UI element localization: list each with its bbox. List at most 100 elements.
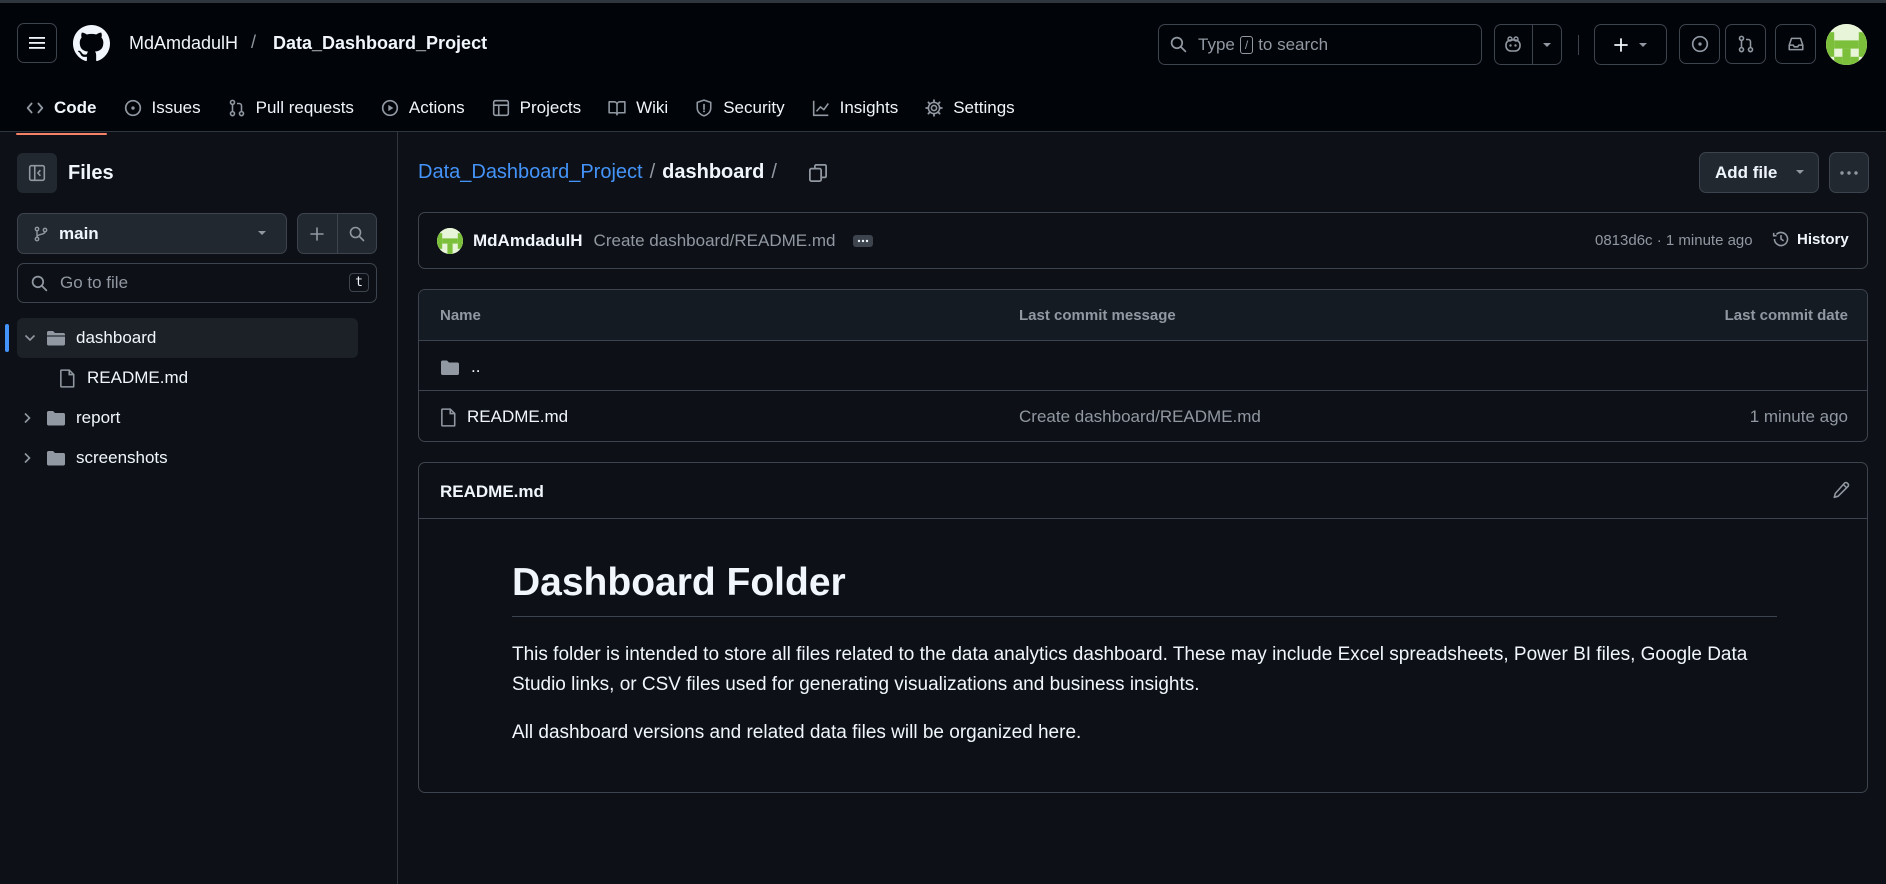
your-pull-requests-button[interactable] (1725, 24, 1766, 64)
commit-hash-time[interactable]: 0813d6c · 1 minute ago (1595, 232, 1753, 249)
tab-actions[interactable]: Actions (371, 85, 475, 131)
shield-icon (695, 99, 713, 117)
your-issues-button[interactable] (1679, 24, 1720, 64)
repo-nav-tabs: Code Issues Pull requests Actions Projects Wi… (16, 85, 1032, 135)
readme-filename[interactable]: README.md (440, 482, 544, 502)
tab-label: Security (723, 98, 785, 117)
create-new-button[interactable] (1594, 24, 1667, 65)
search-icon (31, 275, 48, 291)
chevron-right-icon (24, 452, 31, 464)
row-commit-date: 1 minute ago (1749, 407, 1848, 426)
tab-settings[interactable]: Settings (915, 85, 1024, 131)
table-row[interactable]: .. (419, 341, 1867, 391)
tree-item-screenshots[interactable]: screenshots (0, 438, 398, 478)
identicon-icon (1826, 24, 1867, 65)
table-header-row: Name Last commit message Last commit dat… (419, 290, 1867, 341)
user-avatar[interactable] (1826, 24, 1867, 65)
tree-item-dashboard[interactable]: dashboard (5, 318, 358, 358)
pencil-icon[interactable] (1832, 481, 1850, 499)
tree-item-label: README.md (87, 368, 189, 387)
branch-name: main (59, 223, 99, 243)
graph-icon (812, 99, 830, 117)
latest-commit-bar: MdAmdadulH Create dashboard/README.md 08… (418, 212, 1868, 269)
search-input[interactable]: Type / to search (1158, 24, 1482, 65)
tab-code[interactable]: Code (16, 85, 107, 135)
file-link-readme[interactable]: README.md (440, 407, 568, 427)
tab-pull-requests[interactable]: Pull requests (218, 85, 364, 131)
table-icon (492, 99, 510, 117)
add-file-button[interactable]: Add file (1699, 152, 1819, 193)
ellipsis-icon (858, 239, 869, 242)
commit-details-toggle[interactable] (853, 234, 874, 247)
table-row[interactable]: README.md Create dashboard/README.md 1 m… (419, 391, 1867, 441)
code-icon (26, 99, 44, 117)
readme-heading: Dashboard Folder (512, 519, 1777, 617)
readme-panel: README.md Dashboard Folder This folder i… (418, 462, 1868, 793)
add-file-icon-button[interactable] (298, 214, 338, 253)
folder-icon (47, 451, 65, 466)
breadcrumb-trailing-separator: / (771, 161, 777, 183)
tab-projects[interactable]: Projects (482, 85, 591, 131)
plus-icon (1614, 37, 1628, 52)
search-files-button[interactable] (338, 214, 377, 253)
tab-insights[interactable]: Insights (802, 85, 909, 131)
go-to-file-input[interactable]: Go to file t (17, 263, 377, 303)
file-icon (60, 369, 75, 388)
tab-label: Pull requests (255, 98, 354, 117)
folder-icon (47, 411, 65, 426)
collapse-file-tree-button[interactable] (17, 153, 57, 193)
copilot-button[interactable] (1495, 25, 1533, 64)
owner-link[interactable]: MdAmdadulH (129, 33, 238, 54)
commit-author-avatar[interactable] (437, 227, 463, 254)
git-pull-request-icon (1738, 35, 1753, 53)
inbox-button[interactable] (1775, 24, 1816, 64)
issue-opened-icon (1691, 35, 1708, 53)
gear-icon (925, 99, 943, 117)
directory-table: Name Last commit message Last commit dat… (418, 289, 1868, 442)
book-icon (608, 99, 626, 117)
search-icon (349, 226, 365, 241)
readme-body: Dashboard Folder This folder is intended… (512, 519, 1777, 748)
readme-paragraph: This folder is intended to store all fil… (512, 643, 1748, 695)
search-placeholder-post: to search (1258, 34, 1329, 54)
copilot-dropdown-button[interactable] (1533, 25, 1561, 64)
breadcrumb: Data_Dashboard_Project / dashboard / (418, 161, 828, 184)
column-header-name: Name (440, 307, 481, 324)
menu-button[interactable] (17, 23, 57, 63)
row-commit-message[interactable]: Create dashboard/README.md (1019, 407, 1261, 427)
parent-directory-link[interactable]: .. (440, 357, 480, 377)
history-button[interactable]: History (1772, 230, 1849, 248)
history-label: History (1797, 230, 1849, 248)
commit-author[interactable]: MdAmdadulH (473, 231, 583, 251)
commit-message[interactable]: Create dashboard/README.md (594, 231, 836, 251)
tab-label: Insights (839, 98, 899, 117)
column-header-date: Last commit date (1724, 307, 1848, 324)
tree-item-readme[interactable]: README.md (0, 358, 398, 398)
folder-icon (441, 360, 459, 375)
tab-label: Projects (519, 98, 582, 117)
play-icon (381, 99, 399, 117)
plus-icon (310, 226, 325, 241)
tab-issues[interactable]: Issues (114, 85, 211, 131)
issue-icon (124, 99, 142, 117)
tab-label: Issues (151, 98, 201, 117)
tab-wiki[interactable]: Wiki (598, 85, 678, 131)
copy-path-icon[interactable] (808, 163, 828, 183)
tree-item-report[interactable]: report (0, 398, 398, 438)
git-branch-icon (34, 226, 48, 241)
caret-down-icon (1542, 42, 1551, 47)
hamburger-icon (29, 37, 45, 49)
tab-label: Actions (408, 98, 465, 117)
repo-link[interactable]: Data_Dashboard_Project (273, 33, 487, 54)
inbox-icon (1787, 37, 1804, 51)
breadcrumb-repo-link[interactable]: Data_Dashboard_Project (418, 161, 643, 184)
search-icon (1170, 36, 1187, 53)
branch-selector[interactable]: main (17, 213, 287, 254)
more-options-button[interactable] (1829, 152, 1869, 193)
file-tree-actions (297, 213, 377, 254)
breadcrumb-current: dashboard (662, 161, 765, 183)
tab-security[interactable]: Security (685, 85, 794, 131)
folder-open-icon (47, 331, 65, 346)
github-logo-icon[interactable] (73, 25, 110, 62)
owner-repo-separator: / (251, 32, 257, 52)
